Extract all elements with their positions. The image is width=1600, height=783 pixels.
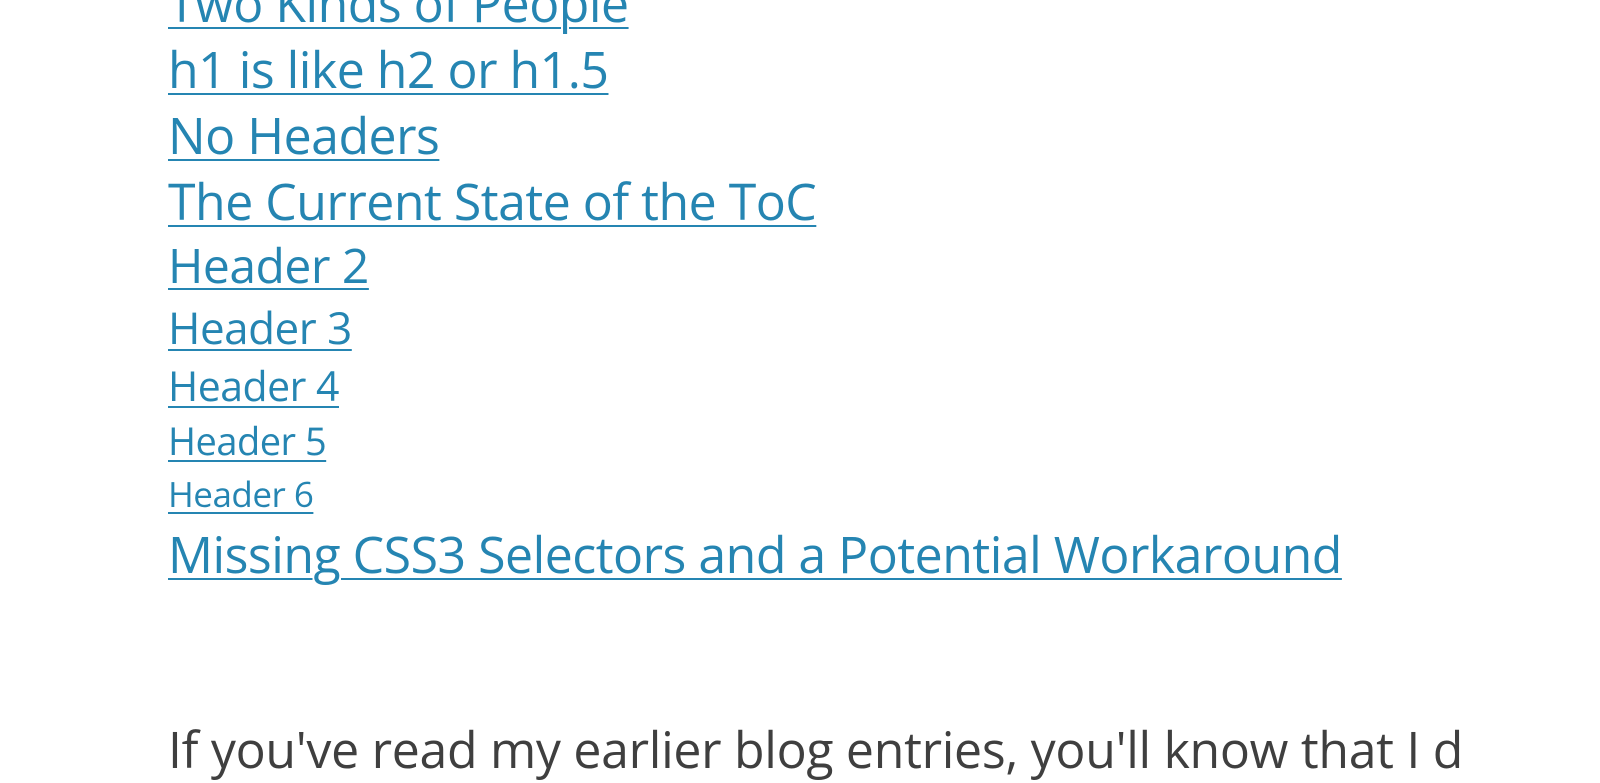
toc-link-header-3[interactable]: Header 3 xyxy=(168,297,352,358)
article-body-intro: If you've read my earlier blog entries, … xyxy=(168,715,1463,783)
article-content: Two Kinds of People h1 is like h2 or h1.… xyxy=(168,0,1463,783)
toc-link-header-6[interactable]: Header 6 xyxy=(168,468,313,521)
toc-link-header-5[interactable]: Header 5 xyxy=(168,415,326,468)
table-of-contents: Two Kinds of People h1 is like h2 or h1.… xyxy=(168,0,1463,587)
toc-link-missing-css3[interactable]: Missing CSS3 Selectors and a Potential W… xyxy=(168,521,1342,587)
toc-link-two-kinds[interactable]: Two Kinds of People xyxy=(168,0,629,36)
toc-link-header-2[interactable]: Header 2 xyxy=(168,234,369,297)
toc-link-h1-like-h2[interactable]: h1 is like h2 or h1.5 xyxy=(168,36,608,102)
toc-link-header-4[interactable]: Header 4 xyxy=(168,358,339,415)
toc-link-no-headers[interactable]: No Headers xyxy=(168,102,439,168)
toc-link-current-state[interactable]: The Current State of the ToC xyxy=(168,168,816,234)
